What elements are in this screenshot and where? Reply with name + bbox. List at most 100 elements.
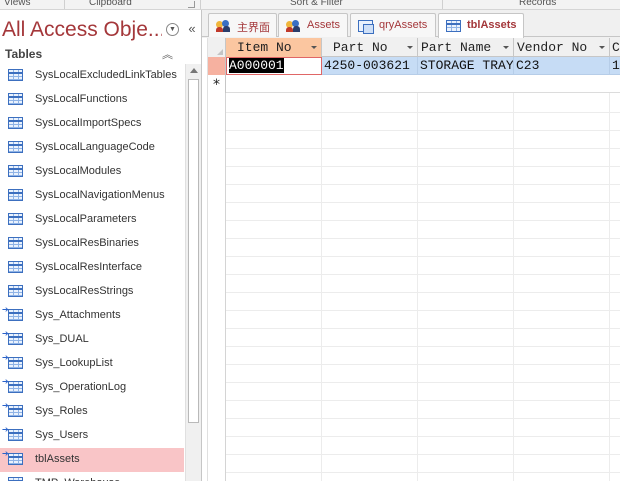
cell-vendor-no[interactable]: C23 [514,57,610,75]
gridline [513,38,514,481]
nav-item-table[interactable]: SysLocalResBinaries [0,232,184,256]
nav-item-table[interactable]: ➔ Sys_Users [0,424,184,448]
table-icon [8,141,23,153]
dropdown-arrow-icon[interactable] [311,46,317,49]
navigation-pane: All Access Obje... ▼ « Tables ︽ SysLocal… [0,10,202,481]
column-header-label: Part Name [421,40,492,55]
dropdown-arrow-icon[interactable] [503,46,509,49]
cell-part-no[interactable]: 4250-003621 [322,57,418,75]
nav-item-label: SysLocalResBinaries [35,237,139,249]
cell-part-name[interactable]: STORAGE TRAY [418,57,514,75]
nav-item-label: SysLocalImportSpecs [35,117,142,129]
table-icon [8,189,23,201]
nav-item-table[interactable]: SysLocalExcludedLinkTables [0,64,184,88]
tab-assets-form[interactable]: Assets [278,13,348,37]
cell-item-no[interactable]: A000001 [226,57,322,75]
datasheet: Item No Part No Part Name Vendor No C A0… [202,38,620,481]
nav-item-label: Sys_OperationLog [35,381,127,393]
dropdown-arrow-icon[interactable] [599,46,605,49]
column-header-label: C [612,40,620,55]
ribbon-group-sort-filter: Sort & Filter [290,0,343,8]
nav-item-table[interactable]: SysLocalLanguageCode [0,136,184,160]
document-area: 主界面 Assets qryAssets tblAssets Item No P… [202,10,620,481]
table-icon [8,237,23,249]
nav-item-table[interactable]: SysLocalResStrings [0,280,184,304]
tab-label: 主界面 [237,22,270,34]
column-header-label: Item No [237,40,292,55]
nav-item-table[interactable]: ➔ Sys_Roles [0,400,184,424]
nav-item-table[interactable]: ➔ tblAssets [0,448,184,472]
nav-item-table[interactable]: ➔ Sys_DUAL [0,328,184,352]
table-icon [8,261,23,273]
select-all-button[interactable] [208,38,226,57]
dropdown-arrow-icon[interactable] [407,46,413,49]
gridline [417,38,418,481]
column-header-part-name[interactable]: Part Name [418,38,514,57]
nav-item-label: Sys_DUAL [35,333,89,345]
nav-item-table[interactable]: SysLocalParameters [0,208,184,232]
nav-item-table[interactable]: SysLocalFunctions [0,88,184,112]
nav-item-table[interactable]: SysLocalModules [0,160,184,184]
table-icon [8,69,23,81]
nav-item-table[interactable]: SysLocalImportSpecs [0,112,184,136]
tab-tblassets[interactable]: tblAssets [438,13,524,38]
tab-label: tblAssets [467,19,517,31]
scrollbar-thumb[interactable] [188,79,199,423]
nav-item-label: SysLocalLanguageCode [35,141,155,153]
table-icon [8,357,23,369]
table-icon [8,93,23,105]
double-chevron-up-icon[interactable]: ︽ [162,46,173,62]
nav-pane-scrollbar[interactable] [185,64,201,481]
gridline [609,38,610,481]
document-tab-strip: 主界面 Assets qryAssets tblAssets [202,10,620,38]
ribbon-group-records: Records [519,0,557,8]
nav-item-table[interactable]: ➔ Sys_OperationLog [0,376,184,400]
column-header-partial[interactable]: C [610,38,620,57]
tab-main-form[interactable]: 主界面 [208,13,277,37]
nav-item-label: Sys_Attachments [35,309,121,321]
ribbon-group-views: Views [4,0,31,8]
nav-item-table[interactable]: TMP_Warehouse [0,472,184,481]
record-selector[interactable] [208,57,226,75]
nav-item-label: SysLocalParameters [35,213,137,225]
datasheet-header-row: Item No Part No Part Name Vendor No C [208,38,620,57]
nav-item-label: SysLocalResStrings [35,285,134,297]
nav-item-label: SysLocalNavigationMenus [35,189,165,201]
nav-item-table[interactable]: ➔ Sys_Attachments [0,304,184,328]
column-header-part-no[interactable]: Part No [322,38,418,57]
table-icon [8,285,23,297]
table-icon [446,20,461,32]
column-header-item-no[interactable]: Item No [226,38,322,57]
nav-item-label: TMP_Warehouse [35,477,120,481]
form-people-icon [216,20,231,32]
table-icon [8,309,23,321]
nav-group-header-tables[interactable]: Tables ︽ [0,46,184,64]
nav-item-label: SysLocalExcludedLinkTables [35,69,177,81]
nav-item-table[interactable]: SysLocalNavigationMenus [0,184,184,208]
form-people-icon [286,20,301,32]
cell-value: C23 [516,58,540,73]
chevron-down-circle-icon[interactable]: ▼ [166,23,179,36]
nav-item-label: tblAssets [35,453,80,465]
clipboard-launcher-icon[interactable] [188,1,195,8]
column-header-label: Vendor No [517,40,588,55]
table-icon [8,453,23,465]
new-record-marker[interactable]: * [208,75,226,93]
column-header-vendor-no[interactable]: Vendor No [514,38,610,57]
double-chevron-left-icon[interactable]: « [186,21,198,37]
query-icon [358,20,374,34]
tab-qryassets[interactable]: qryAssets [350,13,436,37]
scroll-up-arrow-icon[interactable] [190,68,198,73]
tab-label: qryAssets [379,19,428,31]
nav-item-table[interactable]: SysLocalResInterface [0,256,184,280]
nav-pane-title[interactable]: All Access Obje... [2,18,162,42]
table-icon [8,477,23,481]
nav-group-label: Tables [5,47,43,61]
new-record-row[interactable]: * [208,75,620,93]
cell-partial[interactable]: 1 [610,57,620,75]
ribbon-group-labels: Views Clipboard Sort & Filter Records [0,0,620,10]
nav-item-table[interactable]: ➔ Sys_LookupList [0,352,184,376]
nav-item-label: Sys_LookupList [35,357,113,369]
column-header-label: Part No [333,40,388,55]
table-row[interactable]: A000001 4250-003621 STORAGE TRAY C23 1 [208,57,620,75]
